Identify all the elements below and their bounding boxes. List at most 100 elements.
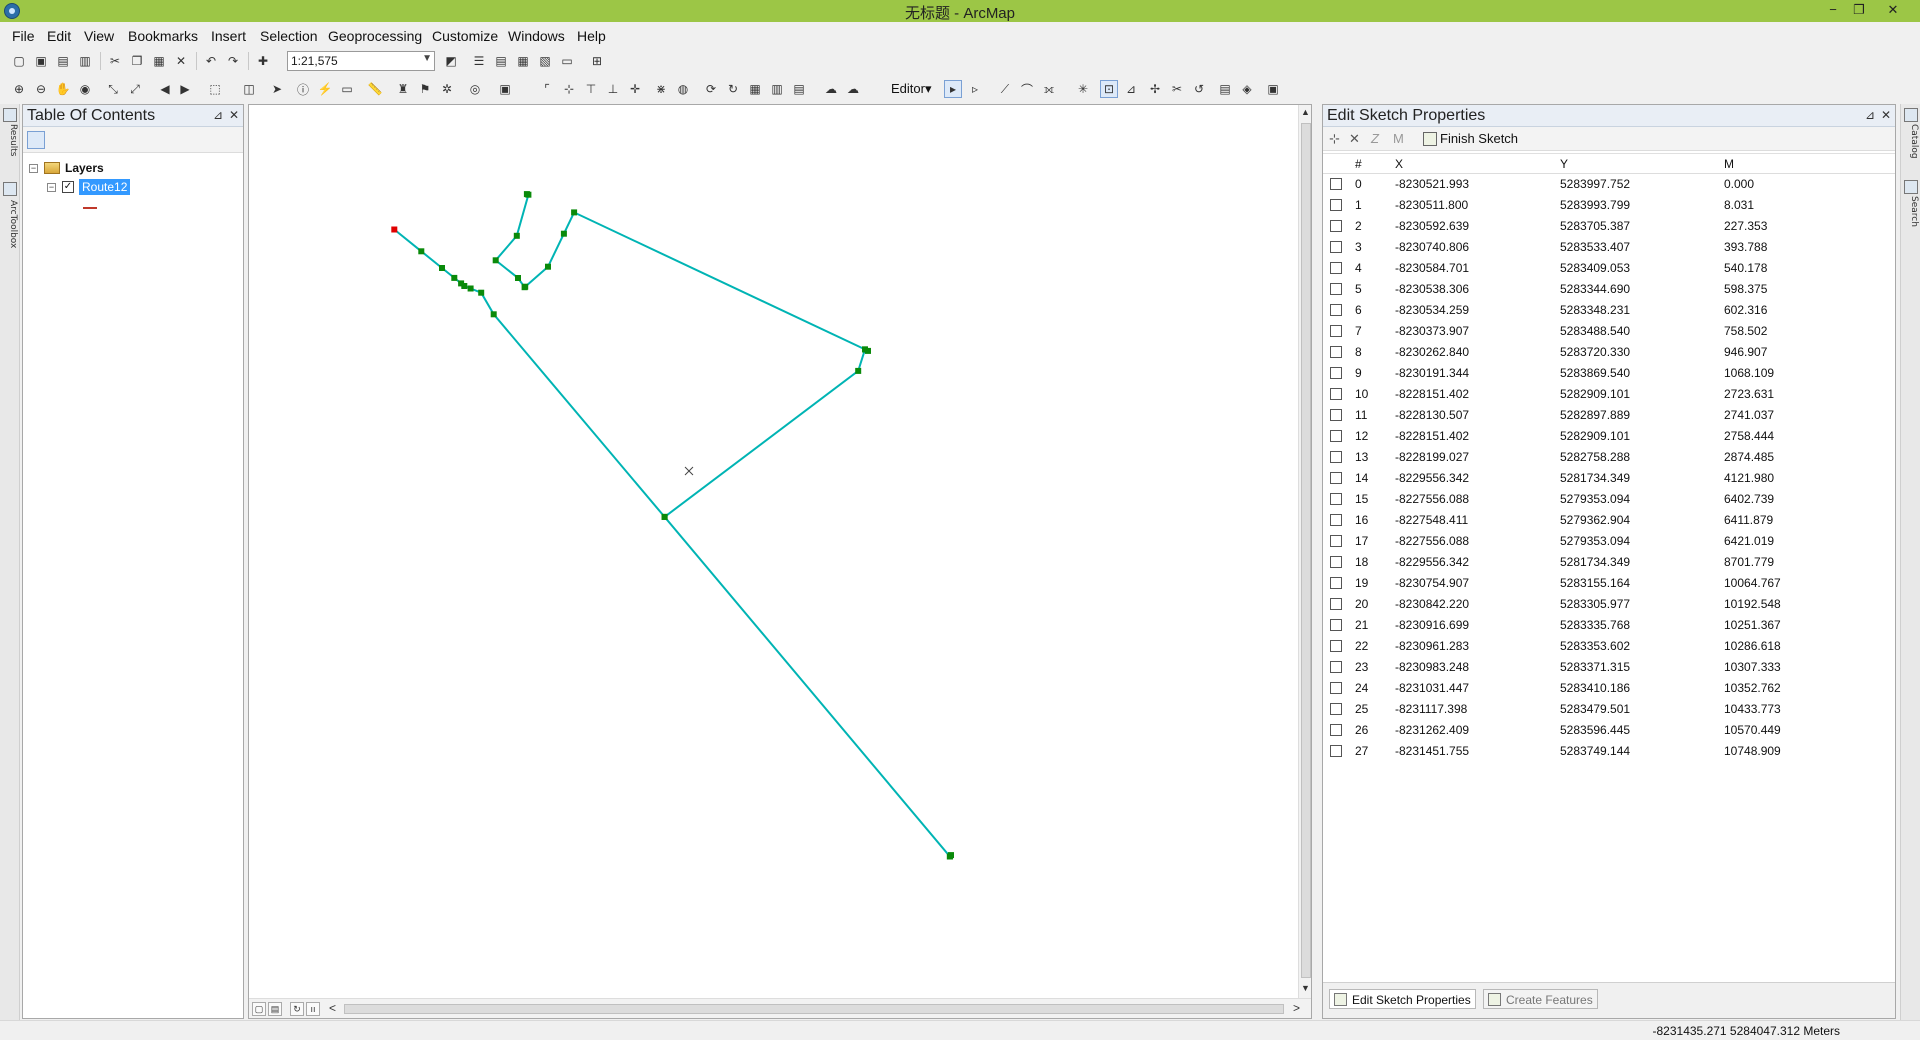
table-row[interactable]: 18 -8229556.342 5281734.349 8701.779 [1323, 552, 1895, 573]
arctoolbox-tab[interactable]: ArcToolbox [2, 200, 18, 248]
table-row[interactable]: 27 -8231451.755 5283749.144 10748.909 [1323, 741, 1895, 762]
vertex-marker[interactable] [855, 367, 862, 374]
vertex-marker[interactable] [571, 209, 578, 216]
vertex-checkbox[interactable] [1330, 451, 1342, 463]
edge-snap-icon[interactable]: ⊤ [582, 80, 600, 98]
tab-create-features[interactable]: Create Features [1483, 989, 1598, 1009]
vertex-marker[interactable] [525, 191, 532, 198]
restore-button[interactable]: ❐ [1846, 0, 1872, 20]
menu-insert[interactable]: Insert [211, 28, 246, 44]
vertex-snap-icon[interactable]: ⊹ [560, 80, 578, 98]
scroll-left-icon[interactable]: < [329, 1001, 336, 1015]
fixed-zoom-out-icon[interactable]: ⤢ [126, 80, 144, 98]
table-row[interactable]: 21 -8230916.699 5283335.768 10251.367 [1323, 615, 1895, 636]
attributes-icon[interactable]: ▤ [1216, 80, 1234, 98]
column-header-m[interactable]: M [1724, 157, 1734, 171]
vertex-checkbox[interactable] [1330, 556, 1342, 568]
grid-icon[interactable]: ▦ [746, 80, 764, 98]
editor-toolbar-icon[interactable]: ◩ [442, 52, 460, 70]
table-row[interactable]: 4 -8230584.701 5283409.053 540.178 [1323, 258, 1895, 279]
table-row[interactable]: 19 -8230754.907 5283155.164 10064.767 [1323, 573, 1895, 594]
vertex-checkbox[interactable] [1330, 619, 1342, 631]
vertex-checkbox[interactable] [1330, 178, 1342, 190]
vertex-marker[interactable] [451, 274, 458, 281]
catalog-window-icon[interactable]: ▤ [492, 52, 510, 70]
sketch-polyline[interactable] [393, 193, 952, 859]
delete-vertex-icon[interactable]: ✕ [1349, 131, 1360, 147]
table-row[interactable]: 2 -8230592.639 5283705.387 227.353 [1323, 216, 1895, 237]
split-icon[interactable]: ✂ [1168, 80, 1186, 98]
cloud-outline-icon[interactable]: ☁ [844, 80, 862, 98]
table-row[interactable]: 3 -8230740.806 5283533.407 393.788 [1323, 237, 1895, 258]
vertex-checkbox[interactable] [1330, 640, 1342, 652]
table-row[interactable]: 25 -8231117.398 5283479.501 10433.773 [1323, 699, 1895, 720]
map-vertical-scrollbar[interactable]: ▲ ▼ [1298, 105, 1311, 998]
cut-icon[interactable]: ✂ [106, 52, 124, 70]
go-to-xy-icon[interactable]: ✲ [438, 80, 456, 98]
search-icon[interactable] [1904, 180, 1918, 194]
chevron-down-icon[interactable]: ▼ [422, 53, 432, 64]
table-row[interactable]: 6 -8230534.259 5283348.231 602.316 [1323, 300, 1895, 321]
close-icon[interactable]: ✕ [229, 108, 239, 122]
vertex-checkbox[interactable] [1330, 409, 1342, 421]
vertex-marker[interactable] [490, 311, 497, 318]
close-button[interactable]: ✕ [1880, 0, 1906, 20]
rotate-icon[interactable]: ⟳ [702, 80, 720, 98]
menu-geoprocessing[interactable]: Geoprocessing [328, 28, 422, 44]
paste-icon[interactable]: ▦ [150, 52, 168, 70]
horizontal-scroll-thumb[interactable] [344, 1004, 1284, 1014]
globe-icon[interactable]: ◍ [674, 80, 692, 98]
menu-windows[interactable]: Windows [508, 28, 565, 44]
vertex-marker[interactable] [418, 248, 425, 255]
map-display[interactable]: ▲ ▼ ▢ ▤ ↻ ıı < > [248, 104, 1312, 1019]
refresh-icon[interactable]: ↻ [724, 80, 742, 98]
delete-icon[interactable]: ✕ [172, 52, 190, 70]
model-builder-icon[interactable]: ⊞ [588, 52, 606, 70]
arctoolbox-icon[interactable]: ▧ [536, 52, 554, 70]
measure-icon[interactable]: 📏 [366, 80, 384, 98]
redo-icon[interactable]: ↷ [224, 52, 242, 70]
pin-icon[interactable]: ⊿ [213, 108, 223, 122]
html-popup-icon[interactable]: ▭ [338, 80, 356, 98]
table-row[interactable]: 12 -8228151.402 5282909.101 2758.444 [1323, 426, 1895, 447]
collapse-icon[interactable]: − [29, 163, 38, 173]
list-by-selection-icon[interactable] [87, 131, 105, 149]
editor-menu-button[interactable]: Editor▾ [891, 81, 932, 97]
rotate-tool-icon[interactable]: ↺ [1190, 80, 1208, 98]
layer-visibility-checkbox[interactable]: ✓ [62, 181, 74, 193]
menu-selection[interactable]: Selection [260, 28, 318, 44]
vertex-marker[interactable] [522, 283, 529, 290]
vertex-marker[interactable] [458, 280, 465, 287]
z-values-button[interactable]: Z [1371, 131, 1379, 146]
pin-icon[interactable]: ⊿ [1865, 108, 1875, 122]
last-vertex-marker[interactable] [391, 226, 398, 233]
identify-icon[interactable]: ⓘ [294, 80, 312, 98]
vertex-checkbox[interactable] [1330, 493, 1342, 505]
table-row[interactable]: 13 -8228199.027 5282758.288 2874.485 [1323, 447, 1895, 468]
vertex-marker[interactable] [513, 232, 520, 239]
tree-layers-row[interactable]: − Layers [29, 159, 104, 177]
table-row[interactable]: 16 -8227548.411 5279362.904 6411.879 [1323, 510, 1895, 531]
table-row[interactable]: 14 -8229556.342 5281734.349 4121.980 [1323, 468, 1895, 489]
close-icon[interactable]: ✕ [1881, 108, 1891, 122]
table-row[interactable]: 1 -8230511.800 5283993.799 8.031 [1323, 195, 1895, 216]
vertex-checkbox[interactable] [1330, 745, 1342, 757]
options-icon[interactable] [119, 131, 137, 149]
grid-lines-icon[interactable]: ▥ [768, 80, 786, 98]
vertex-marker[interactable] [467, 285, 474, 292]
vertex-checkbox[interactable] [1330, 220, 1342, 232]
column-header-y[interactable]: Y [1560, 157, 1568, 171]
end-point-arc-icon[interactable]: ⌒ [1018, 80, 1036, 98]
vertex-marker[interactable] [560, 230, 567, 237]
forward-extent-icon[interactable]: ▶ [176, 80, 194, 98]
vertex-marker[interactable] [478, 289, 485, 296]
straight-segment-icon[interactable]: ⟋ [996, 80, 1014, 98]
find-icon[interactable]: ♜ [394, 80, 412, 98]
trace-icon[interactable]: ⟗ [1040, 80, 1058, 98]
zoom-in-icon[interactable]: ⊕ [10, 80, 28, 98]
point-icon[interactable]: ✳ [1074, 80, 1092, 98]
minimize-button[interactable]: − [1820, 0, 1846, 20]
column-header-index[interactable]: # [1355, 157, 1362, 171]
m-values-button[interactable]: M [1393, 131, 1404, 146]
vertex-checkbox[interactable] [1330, 661, 1342, 673]
